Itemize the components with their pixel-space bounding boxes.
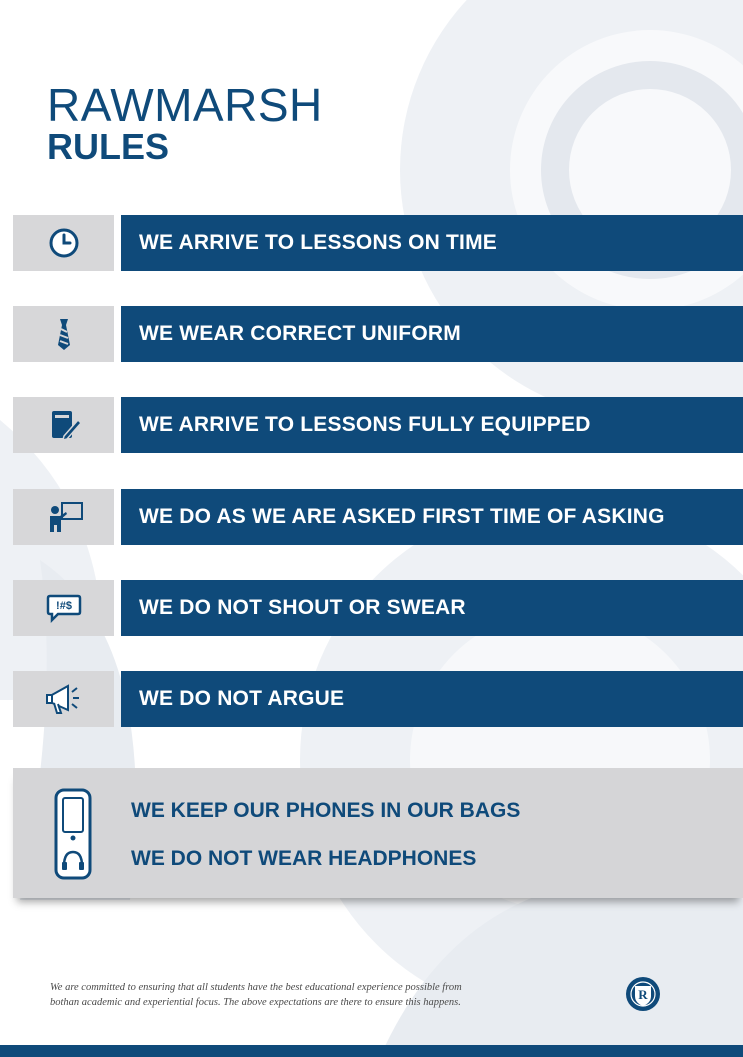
swear-speech-bubble-icon: !#$ (46, 594, 82, 624)
crest-letter: R (638, 987, 648, 1002)
clock-icon (49, 228, 79, 258)
teacher-board-icon (50, 502, 83, 532)
swear-glyph: !#$ (56, 600, 72, 612)
rule-banner: WE ARRIVE TO LESSONS FULLY EQUIPPED (121, 397, 743, 453)
rule-row: WE DO NOT ARGUE (13, 671, 743, 727)
rule-banner: WE DO AS WE ARE ASKED FIRST TIME OF ASKI… (121, 489, 743, 545)
title-line-1: RAWMARSH (47, 79, 323, 131)
rule-text: WE DO NOT SHOUT OR SWEAR (139, 596, 466, 619)
notebook-pencil-icon (52, 411, 82, 442)
rule-banner: WE WEAR CORRECT UNIFORM (121, 306, 743, 362)
rule-banner: WE DO NOT ARGUE (121, 671, 743, 727)
footer-line: bothan academic and experiential focus. … (50, 997, 461, 1008)
phone-rule-text: WE KEEP OUR PHONES IN OUR BAGS (131, 799, 521, 822)
rule-icon-box (13, 489, 114, 545)
rule-icon-box (13, 306, 114, 362)
rule-text: WE DO NOT ARGUE (139, 687, 345, 710)
bottom-bar (0, 1045, 743, 1057)
rule-icon-box: !#$ (13, 580, 114, 636)
rule-row: !#$ WE DO NOT SHOUT OR SWEAR (13, 580, 743, 636)
headphones-rule-text: WE DO NOT WEAR HEADPHONES (131, 847, 477, 870)
rule-row: WE ARRIVE TO LESSONS ON TIME (13, 215, 743, 271)
footer-statement: We are committed to ensuring that all st… (50, 980, 610, 1010)
footer-line: We are committed to ensuring that all st… (50, 982, 462, 993)
rule-banner: WE ARRIVE TO LESSONS ON TIME (121, 215, 743, 271)
rule-row: WE WEAR CORRECT UNIFORM (13, 306, 743, 362)
rule-banner: WE DO NOT SHOUT OR SWEAR (121, 580, 743, 636)
rule-icon-box (13, 397, 114, 453)
rule-text: WE ARRIVE TO LESSONS ON TIME (139, 231, 497, 254)
rule-text: WE WEAR CORRECT UNIFORM (139, 322, 461, 345)
tie-icon (58, 319, 70, 350)
rule-row: WE DO AS WE ARE ASKED FIRST TIME OF ASKI… (13, 489, 743, 545)
rule-text: WE ARRIVE TO LESSONS FULLY EQUIPPED (139, 413, 591, 436)
rule-text: WE DO AS WE ARE ASKED FIRST TIME OF ASKI… (139, 505, 665, 528)
megaphone-icon (46, 684, 79, 714)
title-line-2: RULES (47, 126, 170, 167)
school-crest-icon: R (626, 977, 660, 1011)
rule-row: WE ARRIVE TO LESSONS FULLY EQUIPPED (13, 397, 743, 453)
rule-icon-box (13, 215, 114, 271)
rule-icon-box (13, 671, 114, 727)
phone-headphones-icon (54, 788, 92, 880)
phone-rules-panel: WE KEEP OUR PHONES IN OUR BAGS WE DO NOT… (13, 768, 743, 898)
